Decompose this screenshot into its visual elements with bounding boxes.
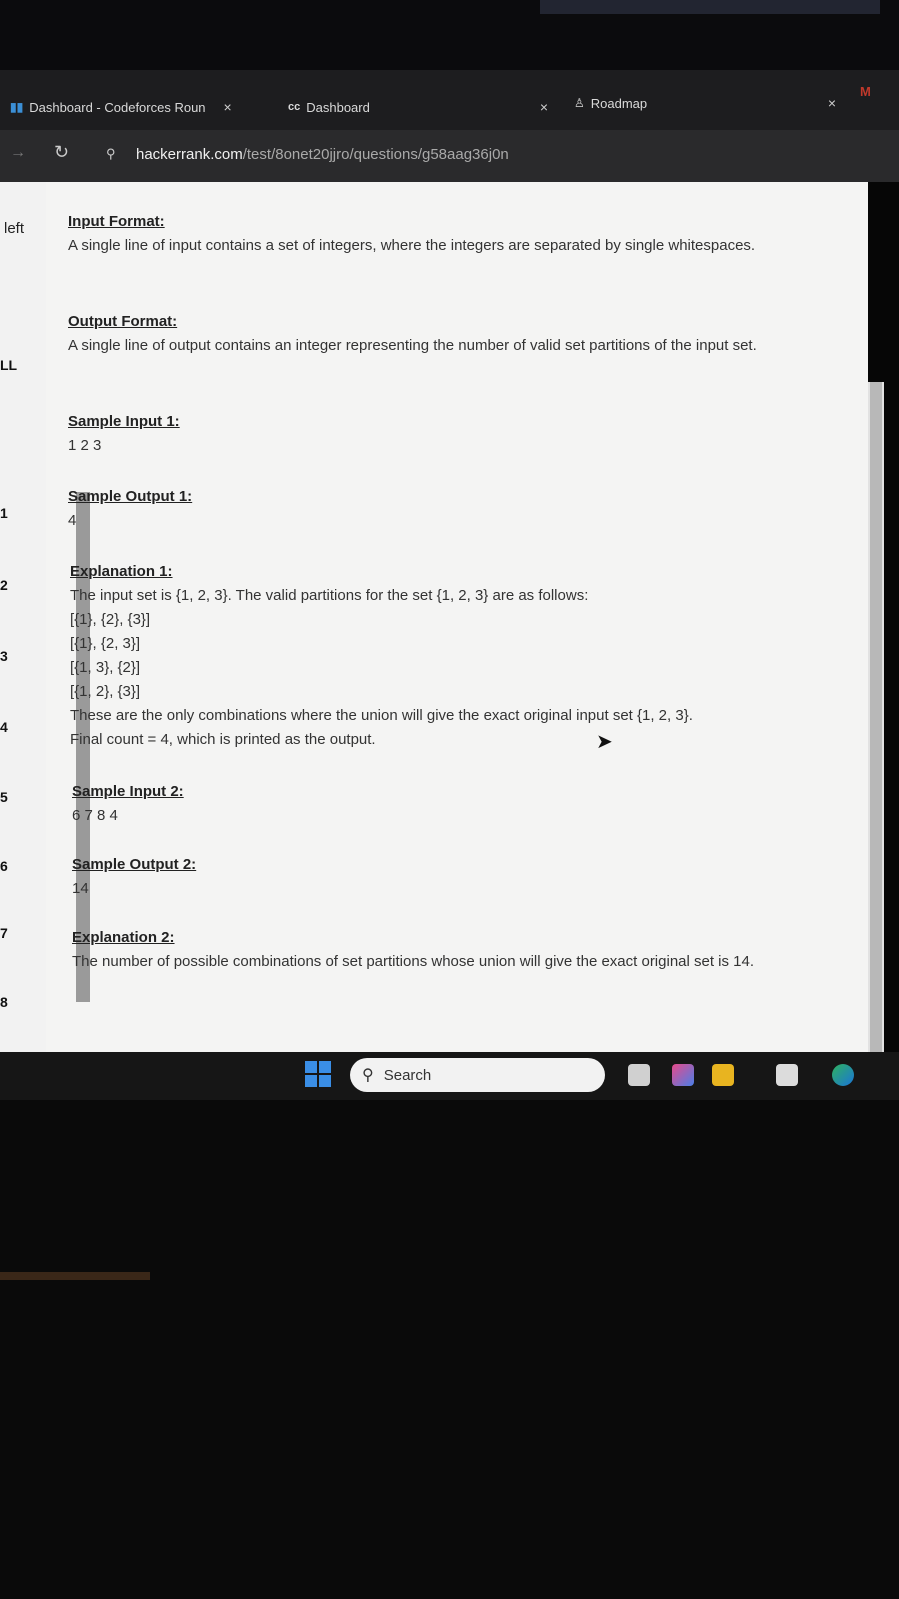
- back-arrow-icon[interactable]: →: [10, 144, 26, 162]
- search-icon: ⚲: [362, 1067, 374, 1084]
- explanation-1-heading: Explanation 1:: [70, 563, 173, 580]
- sidebar-item[interactable]: 8: [0, 994, 8, 1010]
- sample-output-2-heading: Sample Output 2:: [72, 856, 197, 873]
- sample-output-2-value: 14: [72, 880, 89, 897]
- windows-start-icon[interactable]: [305, 1061, 331, 1087]
- copilot-icon[interactable]: [672, 1064, 694, 1086]
- partition-item: [{1}, {2, 3}]: [70, 635, 141, 652]
- codeforces-icon: ▮▮: [10, 100, 24, 114]
- url-text[interactable]: hackerrank.com/test/8onet20jjro/question…: [136, 146, 509, 163]
- taskbar-search[interactable]: ⚲ Search: [350, 1058, 605, 1092]
- site-info-icon[interactable]: ⚲: [106, 146, 116, 162]
- input-format-heading: Input Format:: [68, 213, 165, 230]
- store-icon[interactable]: [776, 1064, 798, 1086]
- close-icon[interactable]: ×: [828, 95, 836, 111]
- tab-dashboard[interactable]: cc Dashboard ×: [288, 92, 548, 122]
- sample-input-2-value: 6 7 8 4: [72, 807, 118, 824]
- tab-label: Dashboard - Codeforces Roun: [29, 99, 206, 115]
- explanation-2-heading: Explanation 2:: [72, 929, 175, 946]
- question-nav-sidebar: left LL 1 2 3 4 5 6 7 8: [0, 182, 46, 1062]
- monitor-bezel-top: [0, 0, 899, 70]
- partition-item: [{1}, {2}, {3}]: [70, 611, 151, 628]
- sample-output-1-value: 4: [68, 512, 77, 529]
- sidebar-item[interactable]: 2: [0, 577, 8, 593]
- monitor-bezel-bottom: [0, 1100, 899, 1599]
- sidebar-item[interactable]: 7: [0, 925, 8, 941]
- reflection: [540, 0, 880, 14]
- sample-input-1-heading: Sample Input 1:: [68, 413, 180, 430]
- output-format-text: A single line of output contains an inte…: [68, 337, 757, 354]
- sidebar-item[interactable]: 3: [0, 648, 8, 664]
- sidebar-item[interactable]: 6: [0, 858, 8, 874]
- sample-output-1-heading: Sample Output 1:: [68, 488, 193, 505]
- sidebar-left-label[interactable]: left: [4, 220, 24, 237]
- gmail-icon: M: [860, 84, 871, 99]
- partition-item: [{1, 3}, {2}]: [70, 659, 141, 676]
- reload-icon[interactable]: ↻: [54, 142, 69, 163]
- output-format-heading: Output Format:: [68, 313, 178, 330]
- sample-input-2-heading: Sample Input 2:: [72, 783, 184, 800]
- close-icon[interactable]: ×: [224, 99, 232, 115]
- tab-codeforces[interactable]: ▮▮ Dashboard - Codeforces Roun ×: [10, 92, 232, 122]
- explanation-2-text: The number of possible combinations of s…: [72, 953, 755, 970]
- sidebar-item[interactable]: 5: [0, 789, 8, 805]
- sample-input-1-value: 1 2 3: [68, 437, 102, 454]
- tab-roadmap[interactable]: ♙ Roadmap ×: [574, 88, 836, 118]
- explanation-1-intro: The input set is {1, 2, 3}. The valid pa…: [70, 587, 589, 604]
- task-view-icon[interactable]: [628, 1064, 650, 1086]
- sidebar-item[interactable]: 1: [0, 505, 8, 521]
- mouse-cursor-icon: ➤: [596, 731, 613, 753]
- tab-label: Dashboard: [306, 99, 370, 115]
- edge-browser-icon[interactable]: [832, 1064, 854, 1086]
- address-bar[interactable]: → ↻ ⚲ hackerrank.com/test/8onet20jjro/qu…: [0, 130, 899, 182]
- file-explorer-icon[interactable]: [712, 1064, 734, 1086]
- explanation-1-line1: These are the only combinations where th…: [70, 707, 693, 724]
- roadmap-icon: ♙: [574, 96, 585, 110]
- input-format-text: A single line of input contains a set of…: [68, 237, 756, 254]
- codechef-icon: cc: [288, 101, 301, 113]
- sidebar-item[interactable]: 4: [0, 719, 8, 735]
- sidebar-item[interactable]: LL: [0, 357, 17, 373]
- desk-reflection: [0, 1272, 150, 1280]
- browser-tab-bar: ▮▮ Dashboard - Codeforces Roun × cc Dash…: [0, 70, 899, 130]
- search-label: Search: [383, 1066, 432, 1084]
- close-icon[interactable]: ×: [540, 99, 548, 115]
- tab-label: Roadmap: [590, 95, 648, 111]
- partition-item: [{1, 2}, {3}]: [70, 683, 141, 700]
